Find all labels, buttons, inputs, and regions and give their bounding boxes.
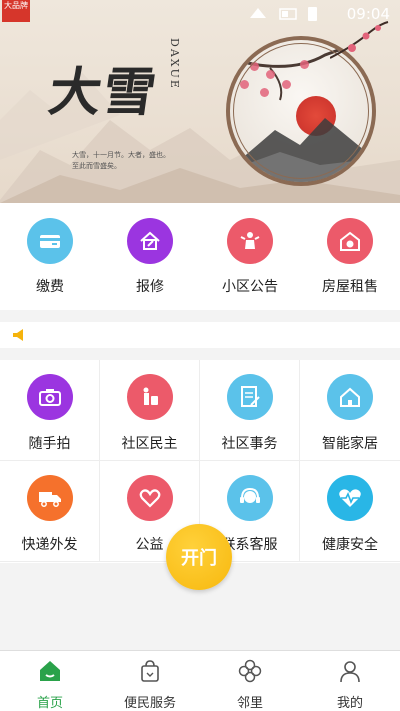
grid-item-label: 社区事务: [221, 436, 278, 452]
headset-icon: [226, 475, 273, 521]
tab-profile[interactable]: 我的: [300, 651, 400, 711]
poem-line-2: 至此而雪盛矣。: [72, 162, 121, 170]
grid-item-label: 社区民主: [121, 436, 178, 452]
shopping-bag-icon: [141, 660, 159, 682]
banner-title: 大雪: [45, 62, 162, 123]
banner[interactable]: 大品牌 09:04 大雪 DAXUE 大雪，十一月节。大者，盛也。 至此而雪盛矣…: [0, 0, 400, 203]
quick-item-label: 房屋租售: [322, 279, 378, 295]
heart-hands-icon: [126, 475, 173, 521]
status-icons: [250, 7, 317, 21]
notice-bar[interactable]: [0, 322, 400, 348]
app-badge-icon: 大品牌: [2, 0, 30, 22]
user-icon: [340, 661, 360, 683]
grid-item-label: 健康安全: [322, 537, 378, 553]
person-luggage-icon: [126, 374, 173, 420]
quick-item-announcement[interactable]: 小区公告: [200, 218, 300, 296]
megaphone-person-icon: [227, 218, 273, 264]
clover-icon: [238, 659, 262, 683]
truck-icon: [26, 475, 73, 521]
grid-item-smart-home[interactable]: 智能家居: [300, 360, 400, 461]
quick-item-payment[interactable]: 缴费: [0, 218, 100, 296]
grid-item-affairs[interactable]: 社区事务: [200, 360, 300, 461]
wifi-icon: [250, 8, 266, 18]
banner-poem: 大雪，十一月节。大者，盛也。 至此而雪盛矣。: [72, 150, 170, 172]
grid-item-label: 快递外发: [21, 537, 78, 553]
tab-label: 首页: [36, 696, 63, 711]
quick-menu: 缴费 报修 小区公告 房屋租售: [0, 203, 400, 310]
tab-label: 邻里: [236, 696, 263, 711]
tab-label: 我的: [336, 696, 363, 711]
house-money-icon: [327, 218, 373, 264]
camera-icon: [26, 374, 73, 420]
tab-neighbors[interactable]: 邻里: [200, 651, 300, 711]
battery-icon: [308, 7, 317, 21]
quick-item-label: 报修: [136, 279, 164, 295]
tab-label: 便民服务: [123, 696, 176, 711]
open-door-button[interactable]: 开门: [166, 524, 232, 590]
grid-item-health[interactable]: 健康安全: [300, 461, 400, 562]
clock: 09:04: [346, 5, 390, 23]
grid-item-label: 随手拍: [28, 436, 71, 452]
red-sun: [296, 96, 336, 136]
quick-item-label: 缴费: [36, 279, 64, 295]
quick-item-housing[interactable]: 房屋租售: [300, 218, 400, 296]
quick-item-repair[interactable]: 报修: [100, 218, 200, 296]
grid-item-snapshot[interactable]: 随手拍: [0, 360, 100, 461]
tab-services[interactable]: 便民服务: [100, 651, 200, 711]
document-pen-icon: [226, 374, 273, 420]
quick-item-label: 小区公告: [222, 279, 278, 295]
grid-item-democracy[interactable]: 社区民主: [100, 360, 200, 461]
bottom-tab-bar: 首页 便民服务 邻里 我的: [0, 650, 400, 711]
wallet-icon: [27, 218, 73, 264]
grid-item-courier[interactable]: 快递外发: [0, 461, 100, 562]
home-tab-icon: [40, 661, 60, 681]
heartbeat-icon: [327, 475, 373, 521]
status-bar: 大品牌 09:04: [0, 0, 400, 28]
speaker-icon: [13, 329, 23, 341]
grid-item-label: 智能家居: [322, 436, 378, 452]
tab-home[interactable]: 首页: [0, 651, 100, 711]
house-repair-icon: [127, 218, 173, 264]
poem-line-1: 大雪，十一月节。大者，盛也。: [72, 151, 170, 159]
banner-pinyin: DAXUE: [168, 38, 181, 90]
home-icon: [327, 374, 373, 420]
